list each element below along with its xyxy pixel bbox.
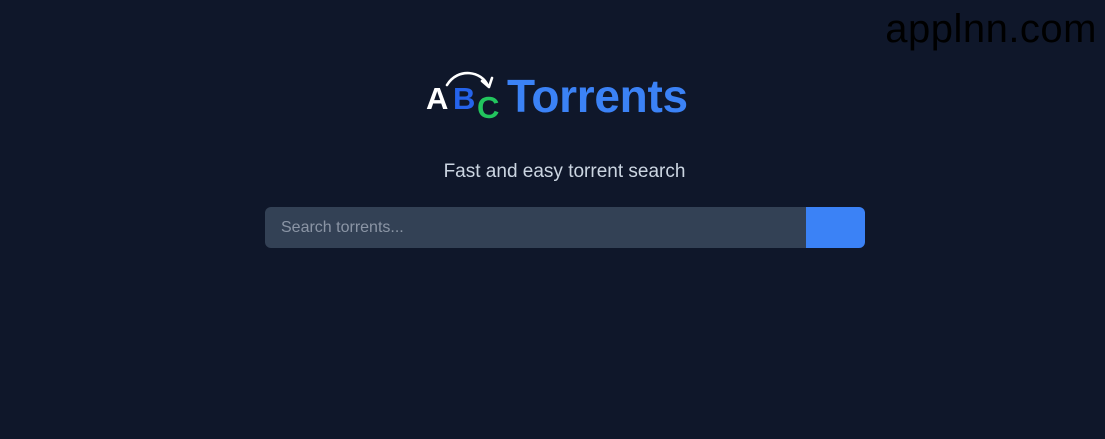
tagline: Fast and easy torrent search [443,161,686,182]
logo-letter-b: B [453,81,475,116]
search-button[interactable] [806,207,865,248]
watermark: applnn.com [885,7,1097,51]
logo-letter-a: A [426,81,448,116]
search-input[interactable] [265,207,806,248]
logo-letter-c: C [477,90,499,125]
brand[interactable]: A B C Torrents [425,68,688,126]
page: applnn.com A B C Torrents Fast and easy … [0,0,1105,439]
brand-name: Torrents [507,70,688,122]
search-form [265,207,865,248]
abc-logo-icon: A B C [426,71,499,125]
